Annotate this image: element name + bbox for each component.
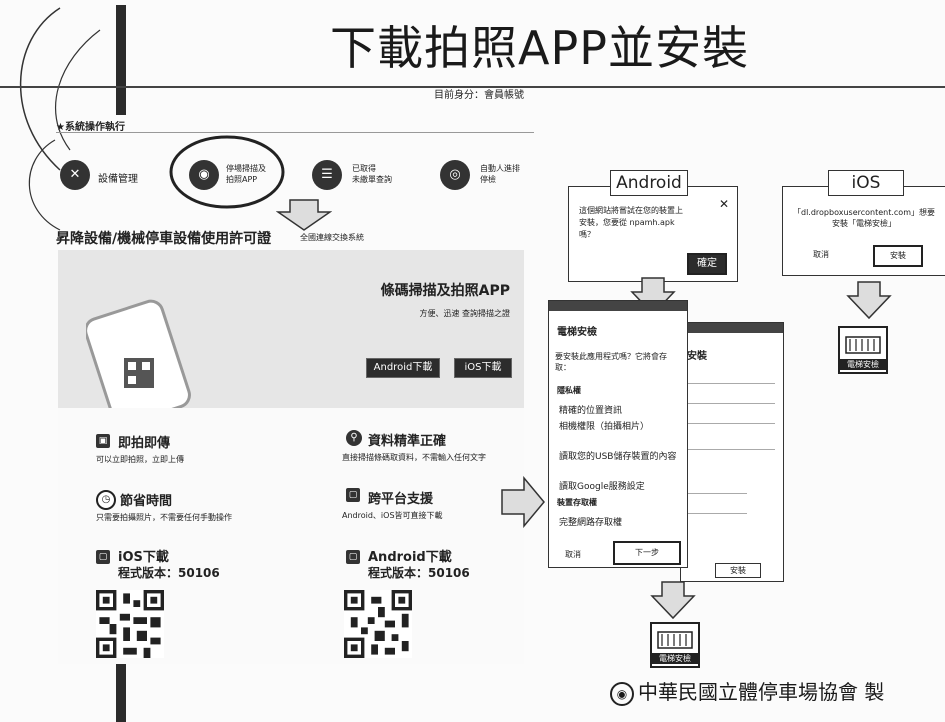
- banner-title: 條碼掃描及拍照APP: [380, 283, 510, 299]
- person-pin-icon: ⚲: [346, 430, 362, 446]
- clock-icon: ◷: [96, 490, 116, 510]
- ios-dl-version: 程式版本：50106: [118, 566, 220, 580]
- association-logo-icon: ◉: [610, 681, 634, 706]
- phone-qr-illustration: [86, 299, 191, 410]
- menu-item-label[interactable]: 自動人進排 停檢: [480, 163, 520, 185]
- android-app-name: 電梯安檢: [652, 653, 698, 664]
- system-sub: 全國連線交換系統: [300, 233, 364, 242]
- menu-item-label[interactable]: 已取得 未繳單查詢: [352, 163, 392, 185]
- feature-title: 節省時間: [120, 494, 173, 509]
- close-icon[interactable]: ✕: [719, 197, 729, 211]
- android-tag: Android: [610, 170, 688, 196]
- ios-cancel-button[interactable]: 取消: [813, 249, 829, 260]
- android-next-button[interactable]: 下一步: [613, 541, 681, 565]
- feature-title: 資料精準正確: [368, 434, 447, 449]
- menu-item-label[interactable]: 停場掃描及 拍照APP: [226, 163, 266, 185]
- android-perm: 完整網路存取權: [559, 518, 623, 528]
- feature-desc: Android、iOS皆可直接下載: [342, 511, 443, 520]
- feature-desc: 可以立即拍照，立即上傳: [96, 455, 184, 464]
- android-icon: ▢: [346, 550, 360, 564]
- down-arrow-icon: [276, 199, 332, 231]
- system-name: 昇降設備/機械停車設備使用許可證: [56, 231, 272, 247]
- android-back-title: 安裝: [687, 351, 707, 362]
- banner-sub: 方便、迅速 查詢掃描之證: [419, 309, 510, 318]
- android-dl-title: Android下載: [368, 550, 452, 565]
- slide: 下載拍照APP並安裝 目前身分：會員帳號 ★系統操作執行 ✕ 設備管理 ◉ 停場…: [0, 0, 945, 722]
- ios-prompt: 「dl.dropboxusercontent.com」想要安裝「電梯安檢」: [793, 208, 935, 228]
- ios-icon: ▢: [96, 550, 110, 564]
- photo-icon: ▣: [96, 434, 110, 448]
- footer: ◉ 中華民國立體停車場協會 製: [610, 676, 884, 706]
- android-download-button[interactable]: Android下載: [366, 358, 440, 378]
- ios-install-button[interactable]: 安裝: [873, 245, 923, 267]
- left-bar-bottom: [116, 660, 126, 722]
- android-confirm-button[interactable]: 確定: [687, 253, 727, 275]
- feature-title: 跨平台支援: [368, 492, 434, 507]
- right-arrow-icon: [501, 476, 545, 528]
- list-icon: ☰: [312, 160, 342, 190]
- android-install-screen: 電梯安檢 要安裝此應用程式嗎？它將會存取： 隱私權 精確的位置資訊 相機權限（拍…: [548, 300, 688, 568]
- android-app-icon[interactable]: 電梯安檢: [650, 622, 700, 668]
- nav-rule: [56, 132, 534, 133]
- android-prompt: 這個網站將嘗試在您的裝置上 安裝，您要從 npamh.apk 嗎？: [579, 206, 683, 239]
- android-perm: 讀取Google服務設定: [559, 482, 645, 492]
- android-perm: 讀取您的USB儲存裝置的內容: [559, 452, 677, 462]
- menu-item-label[interactable]: 設備管理: [98, 170, 138, 185]
- feature-title: 即拍即傳: [118, 436, 171, 451]
- device-icon: ▢: [346, 488, 360, 502]
- android-install-question: 要安裝此應用程式嗎？它將會存取：: [555, 352, 667, 372]
- footer-text: 中華民國立體停車場協會 製: [638, 680, 885, 704]
- android-section2: 裝置存取權: [557, 498, 597, 507]
- android-download-dialog: 這個網站將嘗試在您的裝置上 安裝，您要從 npamh.apk 嗎？ ✕ 確定: [568, 186, 738, 282]
- down-arrow-icon: [846, 281, 892, 320]
- android-install-back-screen: 安裝 安裝: [680, 322, 784, 582]
- wrench-icon: ✕: [60, 160, 90, 190]
- ios-download-button[interactable]: iOS下載: [454, 358, 512, 378]
- feature-desc: 只需要拍攝照片，不需要任何手動操作: [96, 513, 232, 522]
- android-perm: 精確的位置資訊: [559, 406, 623, 416]
- page-title: 下載拍照APP並安裝: [330, 21, 749, 75]
- android-install-title: 電梯安檢: [557, 327, 597, 338]
- ios-app-name: 電梯安檢: [840, 359, 886, 370]
- features-area: ▣ 即拍即傳 可以立即拍照，立即上傳 ⚲ 資料精準正確 直接掃描條碼取資料，不需…: [58, 408, 524, 664]
- android-back-install-button[interactable]: 安裝: [715, 563, 761, 578]
- down-arrow-icon: [650, 581, 696, 620]
- android-perm: 相機權限（拍攝相片）: [559, 422, 650, 432]
- android-qr-code[interactable]: [344, 590, 412, 658]
- left-bar-top: [116, 5, 126, 115]
- user-info: 目前身分：會員帳號: [434, 90, 524, 101]
- eye-icon: ◎: [440, 160, 470, 190]
- ios-qr-code[interactable]: [96, 590, 164, 658]
- android-dl-version: 程式版本：50106: [368, 566, 470, 580]
- app-banner: 條碼掃描及拍照APP 方便、迅速 查詢掃描之證 Android下載 iOS下載: [58, 250, 524, 410]
- nav-label: ★系統操作執行: [56, 122, 125, 133]
- camera-icon: ◉: [189, 160, 219, 190]
- android-cancel-button[interactable]: 取消: [565, 549, 581, 560]
- ios-install-dialog: 「dl.dropboxusercontent.com」想要安裝「電梯安檢」 取消…: [782, 186, 945, 276]
- android-section: 隱私權: [557, 386, 581, 395]
- feature-desc: 直接掃描條碼取資料，不需輸入任何文字: [342, 453, 486, 462]
- ios-app-icon[interactable]: 電梯安檢: [838, 326, 888, 374]
- ios-dl-title: iOS下載: [118, 550, 169, 565]
- ios-tag: iOS: [828, 170, 904, 196]
